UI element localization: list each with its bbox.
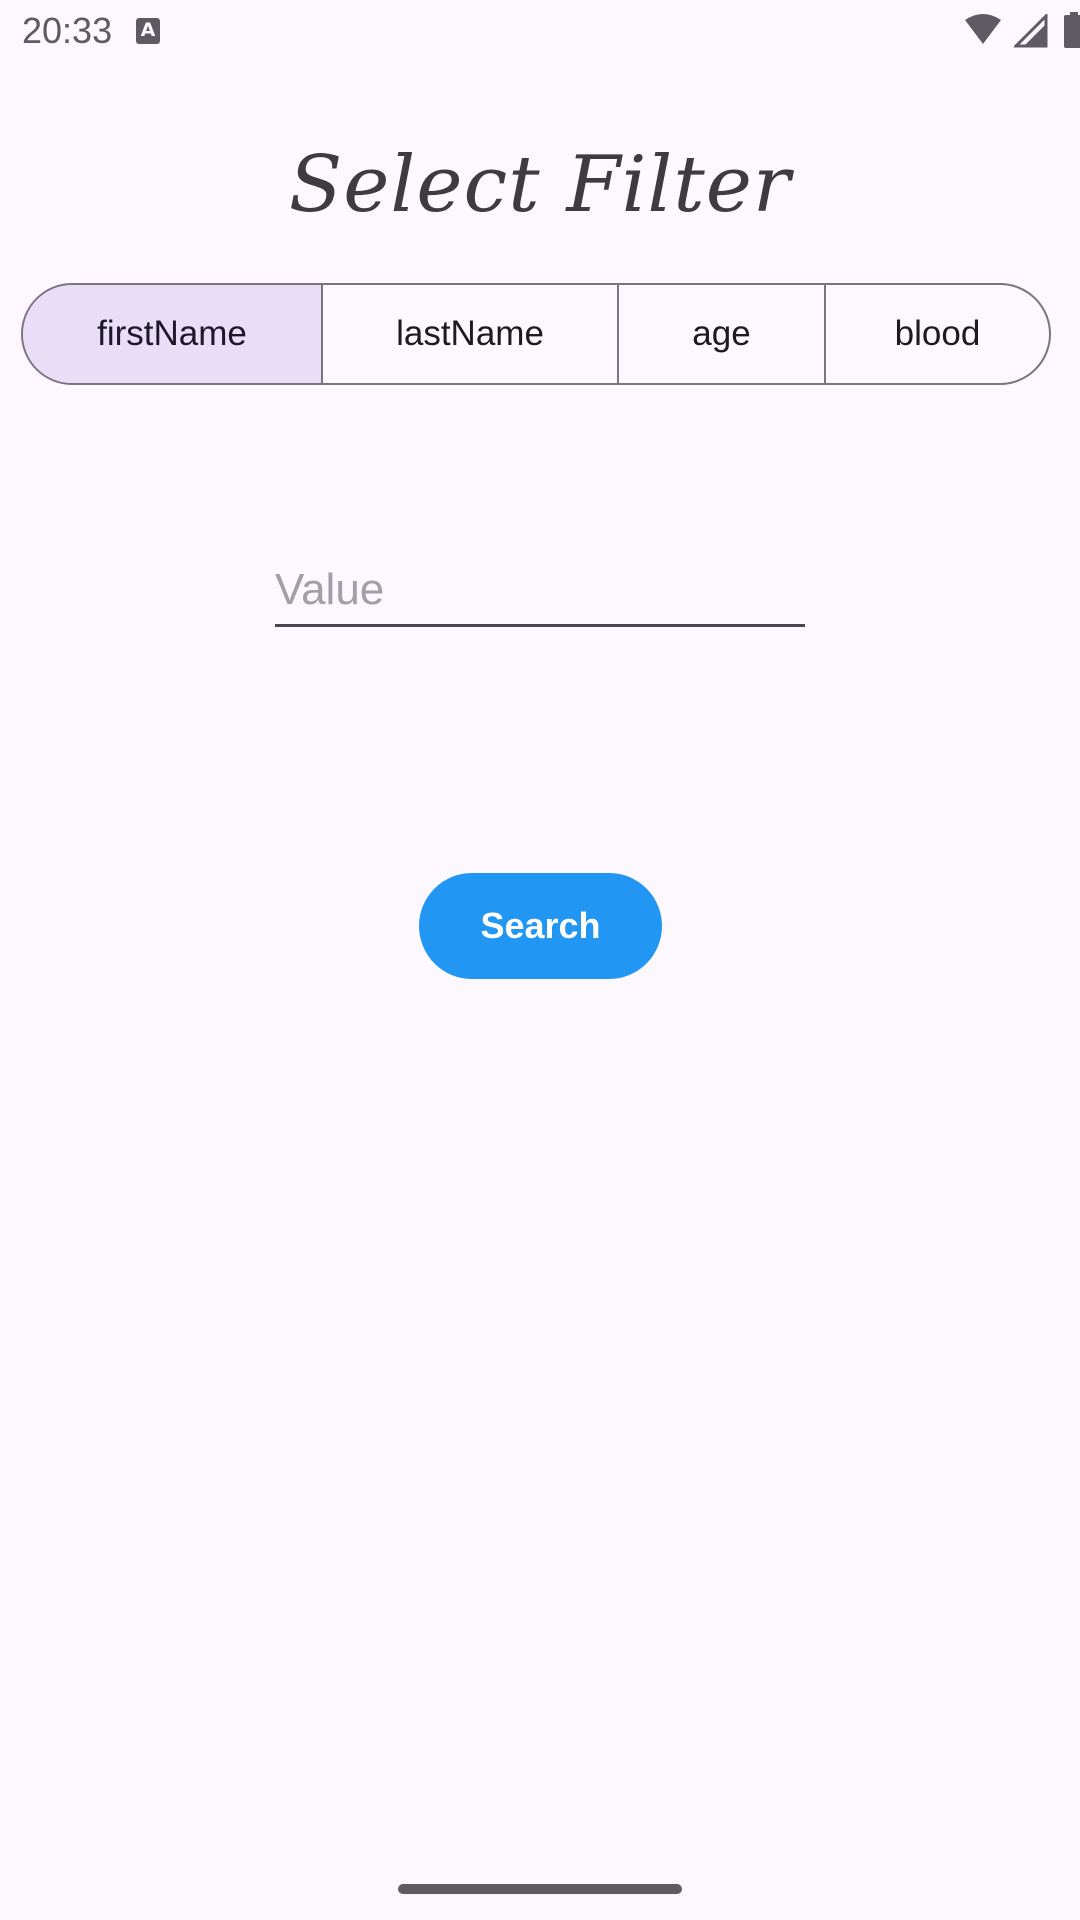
status-bar: 20:33 A [0,0,1080,64]
segment-blood[interactable]: blood [826,285,1049,383]
wifi-icon [965,14,1001,44]
battery-icon [1064,12,1080,48]
segment-firstname[interactable]: firstName [23,285,323,383]
value-input[interactable] [275,555,805,627]
filter-screen: 20:33 A Select Filter firstName lastName… [0,0,1080,1920]
status-icons [880,0,1080,64]
status-time: 20:33 [22,10,113,51]
page-title: Select Filter [288,140,792,230]
keyboard-notification-icon: A [136,18,160,44]
signal-icon [1014,14,1048,48]
filter-segmented-control: firstName lastName age blood [21,283,1051,385]
home-indicator[interactable] [398,1884,682,1894]
search-button[interactable]: Search [419,873,662,979]
segment-lastname[interactable]: lastName [323,285,619,383]
segment-age[interactable]: age [619,285,826,383]
